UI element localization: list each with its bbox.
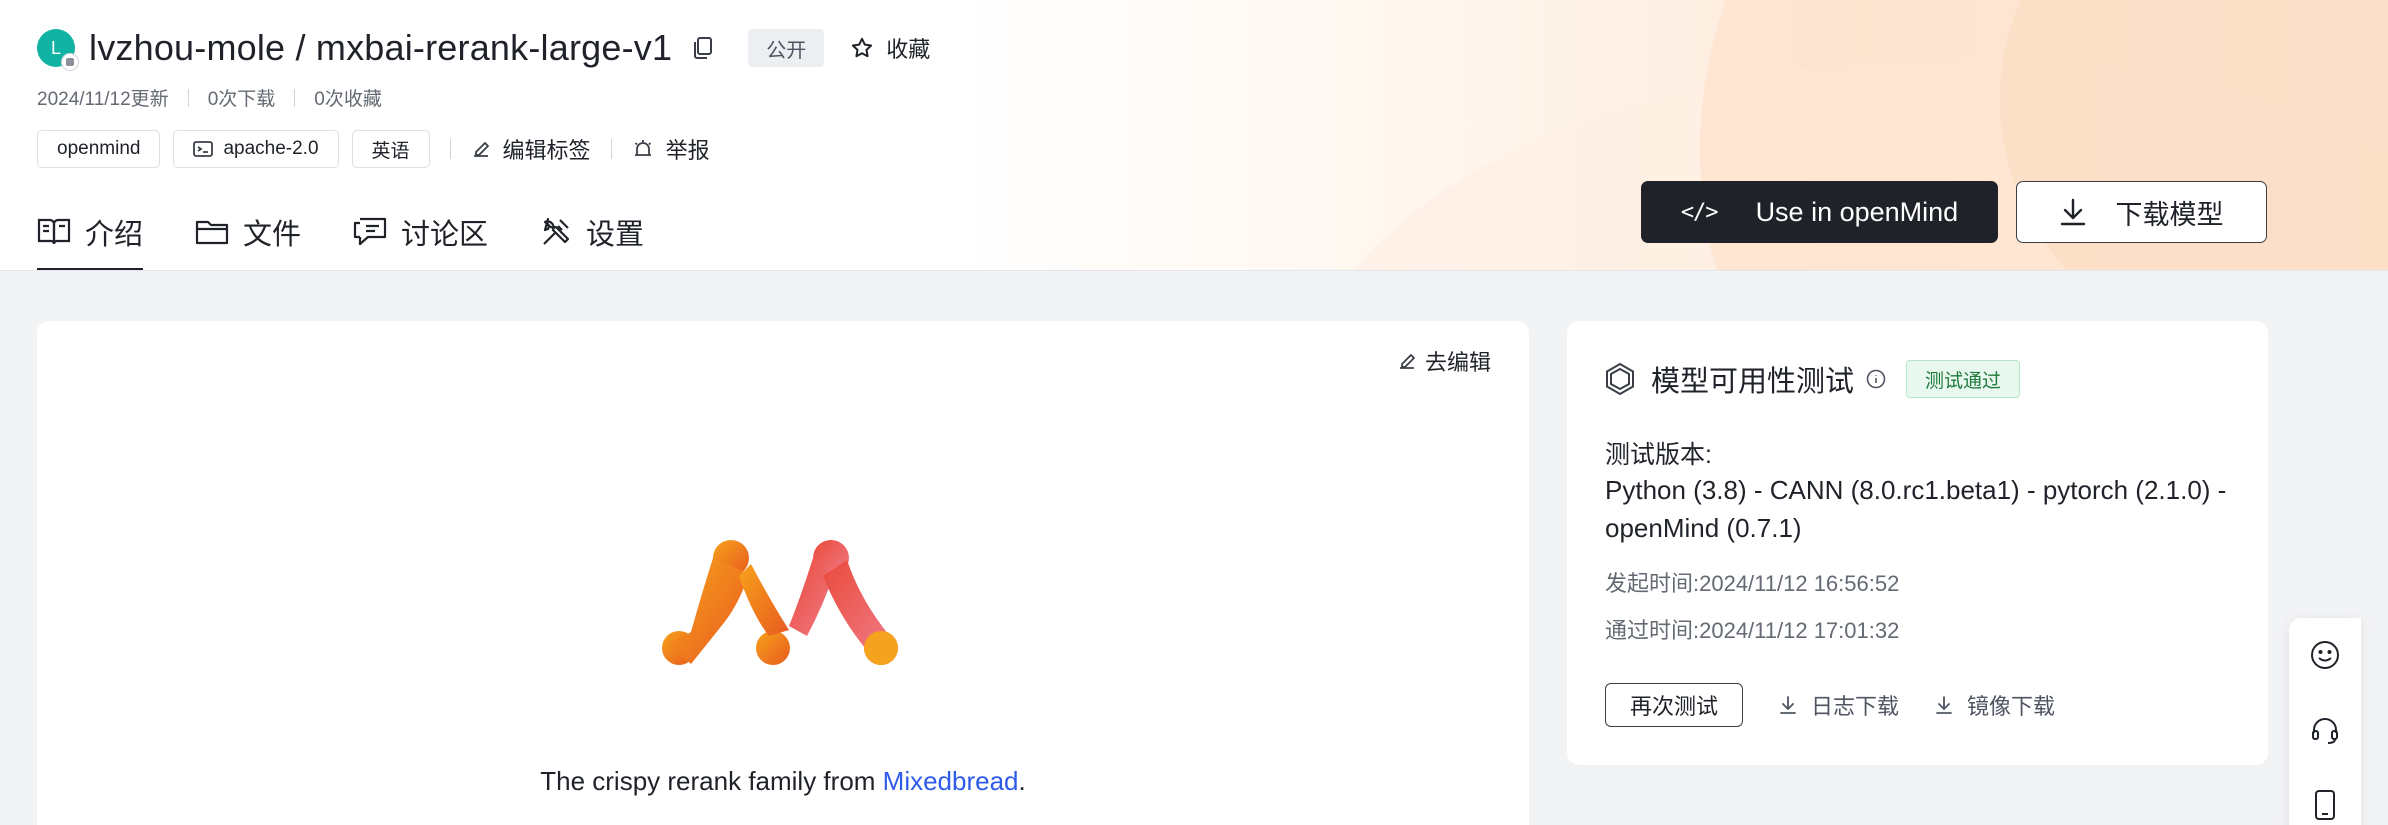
repo-title: lvzhou-mole / mxbai-rerank-large-v1 (89, 27, 673, 68)
chat-icon (353, 217, 387, 245)
repo-header: L lvzhou-mole / mxbai-rerank-large-v1 公开… (0, 0, 2388, 271)
use-in-openmind-button[interactable]: </> Use in openMind (1641, 181, 1998, 243)
tagline-text: The crispy rerank family from (540, 766, 883, 796)
panel-actions: 再次测试 日志下载 镜像下载 (1605, 683, 2055, 727)
alarm-icon (634, 140, 651, 156)
panel-title: 模型可用性测试 (1651, 366, 1855, 398)
version-label: 测试版本: (1605, 441, 1712, 469)
image-download-link[interactable]: 镜像下载 (1935, 689, 2055, 721)
download-model-label: 下载模型 (2115, 199, 2224, 230)
use-in-openmind-label: Use in openMind (1755, 196, 1959, 227)
avatar[interactable]: L (37, 29, 79, 71)
usability-test-panel: 模型可用性测试 测试通过 测试版本: Python (3.8) - CANN (… (1567, 321, 2268, 765)
edit-tags-label: 编辑标签 (502, 138, 591, 163)
mixedbread-link[interactable]: Mixedbread (883, 766, 1019, 796)
book-icon (37, 218, 71, 244)
tagline-suffix: . (1018, 766, 1026, 796)
tab-label: 文件 (243, 218, 302, 251)
edit-tags-link[interactable]: 编辑标签 (471, 133, 591, 165)
retest-button[interactable]: 再次测试 (1605, 683, 1744, 727)
pencil-icon (473, 142, 489, 157)
download-model-button[interactable]: 下载模型 (2016, 181, 2267, 243)
tab-label: 介绍 (85, 218, 144, 251)
divider (187, 88, 189, 107)
version-value: Python (3.8) - CANN (8.0.rc1.beta1) - py… (1605, 475, 2227, 543)
divider (610, 139, 612, 159)
license-icon (193, 141, 214, 157)
tab-bar: 介绍 文件 讨论区 设置 (37, 196, 696, 270)
mixedbread-logo (662, 540, 898, 665)
tab-files[interactable]: 文件 (195, 196, 302, 270)
avatar-letter: L (50, 37, 61, 58)
language-chip[interactable]: 英语 (351, 130, 430, 168)
report-label: 举报 (665, 138, 710, 163)
floating-toolbar (2289, 618, 2361, 825)
report-link[interactable]: 举报 (632, 133, 710, 165)
feedback-icon[interactable] (2310, 640, 2340, 670)
pass-time: 通过时间:2024/11/12 17:01:32 (1605, 618, 1900, 643)
updated-date: 2024/11/12更新 (37, 89, 169, 110)
tools-icon (543, 217, 570, 245)
tag-row: openmind apache-2.0 英语 编辑标签 举报 (37, 130, 710, 168)
pencil-icon (1399, 354, 1415, 369)
start-time: 发起时间:2024/11/12 16:56:52 (1605, 571, 1900, 596)
tab-label: 设置 (586, 218, 645, 251)
hexagon-icon (1606, 362, 1634, 396)
tab-intro[interactable]: 介绍 (37, 196, 144, 270)
download-icon (2060, 198, 2085, 226)
status-badge: 测试通过 (1906, 360, 2021, 398)
edit-readme-link[interactable]: 去编辑 (1397, 345, 1491, 377)
divider (449, 139, 451, 159)
favorite-count: 0次收藏 (314, 89, 382, 110)
favorite-button[interactable]: 收藏 (850, 32, 930, 64)
license-label: apache-2.0 (223, 138, 319, 159)
download-icon (1936, 696, 1952, 714)
divider (294, 88, 296, 107)
log-download-label: 日志下载 (1811, 694, 1900, 719)
visibility-badge: 公开 (748, 29, 825, 67)
tab-label: 讨论区 (401, 218, 489, 251)
edit-readme-label: 去编辑 (1424, 350, 1491, 375)
lock-icon (61, 53, 79, 71)
info-icon[interactable] (1866, 369, 1886, 389)
tag-chip[interactable]: openmind (37, 130, 161, 168)
readme-tagline: The crispy rerank family from Mixedbread… (37, 766, 1529, 797)
headset-icon[interactable] (2310, 715, 2340, 745)
tab-discussion[interactable]: 讨论区 (353, 196, 489, 270)
license-chip[interactable]: apache-2.0 (173, 130, 339, 168)
title-row: L lvzhou-mole / mxbai-rerank-large-v1 公开… (37, 26, 930, 71)
download-count: 0次下载 (207, 89, 276, 110)
tab-settings[interactable]: 设置 (540, 196, 645, 270)
code-icon: </> (1680, 199, 1719, 225)
image-download-label: 镜像下载 (1967, 694, 2056, 719)
copy-icon[interactable] (690, 35, 716, 61)
favorite-label: 收藏 (886, 37, 931, 62)
panel-header: 模型可用性测试 测试通过 (1603, 358, 2021, 400)
folder-icon (195, 220, 229, 244)
download-icon (1780, 696, 1796, 714)
log-download-link[interactable]: 日志下载 (1779, 689, 1899, 721)
mobile-icon[interactable] (2310, 790, 2340, 820)
meta-row: 2024/11/12更新 0次下载 0次收藏 (37, 84, 382, 111)
readme-card: 去编辑 The crispy rerank family from Mixedb… (37, 321, 1529, 825)
star-icon (852, 37, 873, 58)
